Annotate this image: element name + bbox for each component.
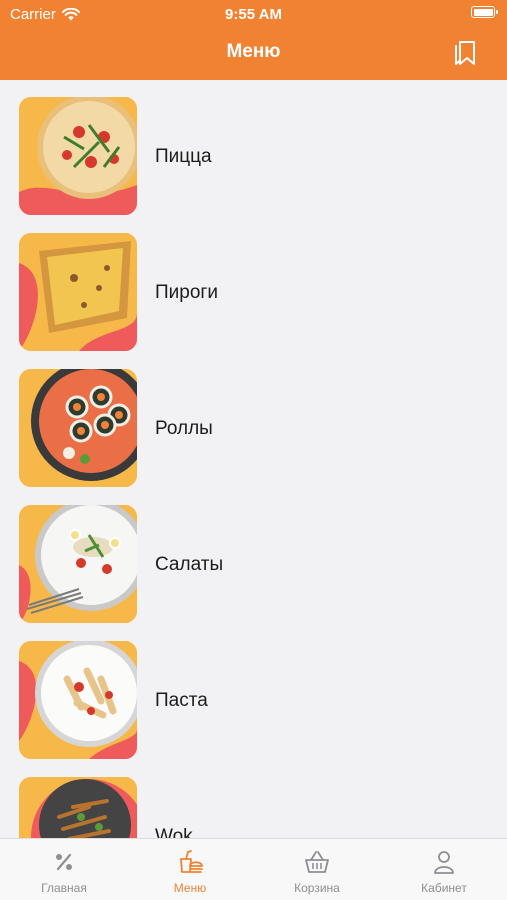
list-item-label: Салаты	[155, 554, 224, 575]
tab-bar: Главная Меню Корзина Кабинет	[0, 838, 507, 900]
page-title: Меню	[226, 41, 281, 62]
pizza-image	[19, 97, 137, 215]
battery-icon	[471, 6, 498, 18]
status-time: 9:55 AM	[225, 6, 282, 23]
list-item-wok[interactable]: Wok	[0, 760, 507, 840]
menu-list: Пицца Пироги Роллы Салаты Паста Wok	[0, 80, 507, 840]
tab-label: Меню	[173, 881, 207, 895]
salad-image	[19, 505, 137, 623]
status-bar: Carrier 9:55 AM	[0, 0, 507, 30]
tab-cart[interactable]: Корзина	[254, 849, 380, 895]
pasta-image	[19, 641, 137, 759]
list-item-label: Паста	[155, 690, 208, 711]
tab-label: Кабинет	[421, 881, 467, 895]
tab-home[interactable]: Главная	[1, 849, 127, 895]
pie-image	[19, 233, 137, 351]
basket-icon	[305, 851, 329, 873]
tab-account[interactable]: Кабинет	[381, 849, 507, 895]
user-icon	[434, 851, 454, 874]
list-item-rolls[interactable]: Роллы	[0, 352, 507, 488]
list-item-label: Роллы	[155, 418, 213, 439]
list-item-salads[interactable]: Салаты	[0, 488, 507, 624]
list-item-label: Пицца	[155, 146, 212, 167]
header: Carrier 9:55 AM Меню	[0, 0, 507, 80]
tab-menu[interactable]: Меню	[127, 849, 253, 895]
list-item-pasta[interactable]: Паста	[0, 624, 507, 760]
menu-food-icon	[180, 850, 203, 873]
list-item-pizza[interactable]: Пицца	[0, 80, 507, 216]
list-item-pies[interactable]: Пироги	[0, 216, 507, 352]
tab-label: Корзина	[294, 881, 340, 895]
list-item-label: Пироги	[155, 282, 218, 303]
wok-image	[19, 777, 137, 840]
bookmark-icon[interactable]	[453, 39, 479, 67]
rolls-image	[19, 369, 137, 487]
tab-label: Главная	[41, 881, 87, 895]
percent-icon	[56, 853, 72, 871]
